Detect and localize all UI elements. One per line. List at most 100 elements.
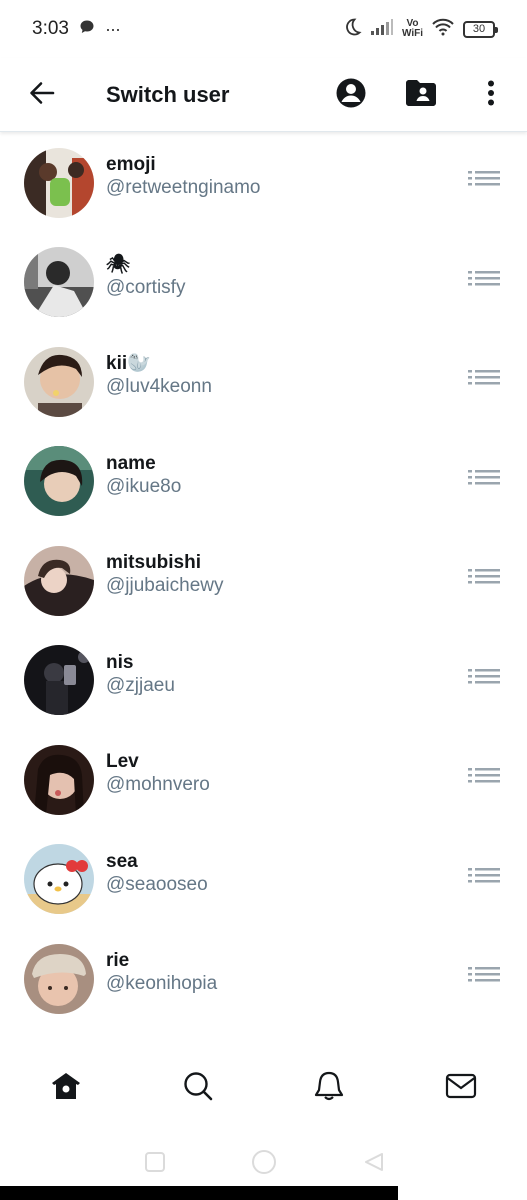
list-drag-icon bbox=[468, 568, 500, 593]
square-icon bbox=[144, 1151, 166, 1178]
user-handle: @retweetnginamo bbox=[106, 177, 261, 198]
user-handle: @cortisfy bbox=[106, 276, 186, 298]
reorder-handle[interactable] bbox=[467, 866, 501, 892]
page-title: Switch user bbox=[106, 82, 230, 107]
avatar bbox=[24, 943, 94, 1014]
reorder-handle[interactable] bbox=[467, 170, 501, 196]
nav-messages[interactable] bbox=[431, 1058, 491, 1118]
list-drag-icon bbox=[468, 767, 500, 792]
avatar bbox=[24, 346, 94, 417]
vowifi-indicator: Vo WiFi bbox=[401, 18, 423, 39]
back-arrow-icon bbox=[28, 79, 56, 112]
wifi-icon bbox=[431, 18, 455, 41]
user-row[interactable]: rie @keonihopia bbox=[0, 929, 527, 1029]
user-row[interactable]: name @ikue8o bbox=[0, 432, 527, 532]
user-handle: @keonihopia bbox=[106, 973, 218, 994]
account-circle-icon bbox=[335, 77, 367, 114]
user-display-name: sea bbox=[106, 850, 138, 872]
system-recents-button[interactable] bbox=[135, 1144, 175, 1184]
bottom-nav bbox=[0, 1048, 527, 1128]
user-row[interactable]: mitsubishi @jjubaichewy bbox=[0, 531, 527, 631]
home-icon bbox=[50, 1070, 82, 1107]
user-handle: @jjubaichewy bbox=[106, 575, 224, 596]
user-handle: @zjjaeu bbox=[106, 674, 175, 696]
user-text: nis @zjjaeu bbox=[106, 652, 175, 698]
user-row[interactable]: nis @zjjaeu bbox=[0, 631, 527, 731]
user-text: 🕷 @cortisfy bbox=[106, 254, 185, 300]
signal-icon bbox=[370, 18, 394, 41]
user-handle: @luv4keonn bbox=[106, 376, 212, 397]
nav-search[interactable] bbox=[168, 1058, 228, 1118]
user-display-name: 🕷 bbox=[106, 253, 131, 275]
more-notifications-icon: ··· bbox=[104, 18, 121, 39]
add-existing-account-button[interactable] bbox=[401, 75, 441, 115]
status-bar: 3:03 ··· Vo WiFi 30 bbox=[0, 0, 527, 58]
user-display-name: nis bbox=[106, 651, 134, 673]
status-right: Vo WiFi 30 bbox=[342, 17, 498, 42]
messages-icon bbox=[445, 1072, 477, 1105]
system-back-button[interactable] bbox=[353, 1144, 393, 1184]
reorder-handle[interactable] bbox=[467, 767, 501, 793]
list-drag-icon bbox=[468, 170, 500, 195]
user-row[interactable]: 🕷 @cortisfy bbox=[0, 233, 527, 333]
circle-icon bbox=[251, 1149, 277, 1180]
user-display-name: Lev bbox=[106, 751, 139, 772]
list-drag-icon bbox=[468, 668, 500, 693]
back-button[interactable] bbox=[24, 77, 60, 113]
list-drag-icon bbox=[468, 270, 500, 295]
avatar bbox=[24, 247, 94, 318]
list-drag-icon bbox=[468, 867, 500, 892]
list-drag-icon bbox=[468, 469, 500, 494]
avatar bbox=[24, 147, 94, 218]
user-list: emoji @retweetnginamo 🕷 @cortisfy kii🦭 @… bbox=[0, 133, 527, 1048]
user-handle: @seaooseo bbox=[106, 873, 208, 895]
reorder-handle[interactable] bbox=[467, 269, 501, 295]
account-button[interactable] bbox=[331, 75, 371, 115]
nav-notifications[interactable] bbox=[299, 1058, 359, 1118]
user-text: Lev @mohnvero bbox=[106, 751, 210, 797]
header-bar: Switch user bbox=[0, 58, 527, 132]
user-display-name: emoji bbox=[106, 154, 156, 175]
reorder-handle[interactable] bbox=[467, 369, 501, 395]
notifications-icon bbox=[313, 1070, 345, 1107]
triangle-back-icon bbox=[362, 1151, 384, 1178]
user-handle: @mohnvero bbox=[106, 774, 210, 795]
reorder-handle[interactable] bbox=[467, 667, 501, 693]
moon-icon bbox=[342, 17, 362, 42]
user-row[interactable]: sea @seaooseo bbox=[0, 830, 527, 930]
screen-edge-strip-light bbox=[398, 1186, 527, 1200]
list-drag-icon bbox=[468, 966, 500, 991]
status-time: 3:03 bbox=[32, 18, 69, 39]
user-text: emoji @retweetnginamo bbox=[106, 154, 260, 200]
folder-account-icon bbox=[405, 79, 437, 112]
user-row[interactable]: kii🦭 @luv4keonn bbox=[0, 332, 527, 432]
search-icon bbox=[182, 1070, 214, 1107]
avatar bbox=[24, 545, 94, 616]
more-options-button[interactable] bbox=[471, 75, 511, 115]
user-row[interactable]: Lev @mohnvero bbox=[0, 730, 527, 830]
user-text: name @ikue8o bbox=[106, 453, 181, 499]
user-row[interactable]: emoji @retweetnginamo bbox=[0, 133, 527, 233]
avatar bbox=[24, 844, 94, 915]
user-display-name: kii🦭 bbox=[106, 353, 151, 374]
user-display-name: name bbox=[106, 452, 156, 474]
avatar bbox=[24, 645, 94, 716]
more-vertical-icon bbox=[487, 80, 495, 111]
chat-bubble-icon bbox=[79, 19, 95, 40]
user-handle: @ikue8o bbox=[106, 475, 182, 497]
reorder-handle[interactable] bbox=[467, 966, 501, 992]
user-text: kii🦭 @luv4keonn bbox=[106, 353, 212, 399]
system-nav bbox=[0, 1140, 527, 1188]
system-home-button[interactable] bbox=[244, 1144, 284, 1184]
battery-icon: 30 bbox=[463, 20, 498, 38]
user-text: mitsubishi @jjubaichewy bbox=[106, 552, 224, 598]
list-drag-icon bbox=[468, 369, 500, 394]
status-left: 3:03 ··· bbox=[32, 18, 121, 40]
reorder-handle[interactable] bbox=[467, 468, 501, 494]
avatar bbox=[24, 744, 94, 815]
user-text: sea @seaooseo bbox=[106, 851, 208, 897]
nav-home[interactable] bbox=[36, 1058, 96, 1118]
user-display-name: rie bbox=[106, 950, 130, 971]
reorder-handle[interactable] bbox=[467, 568, 501, 594]
user-display-name: mitsubishi bbox=[106, 552, 202, 573]
